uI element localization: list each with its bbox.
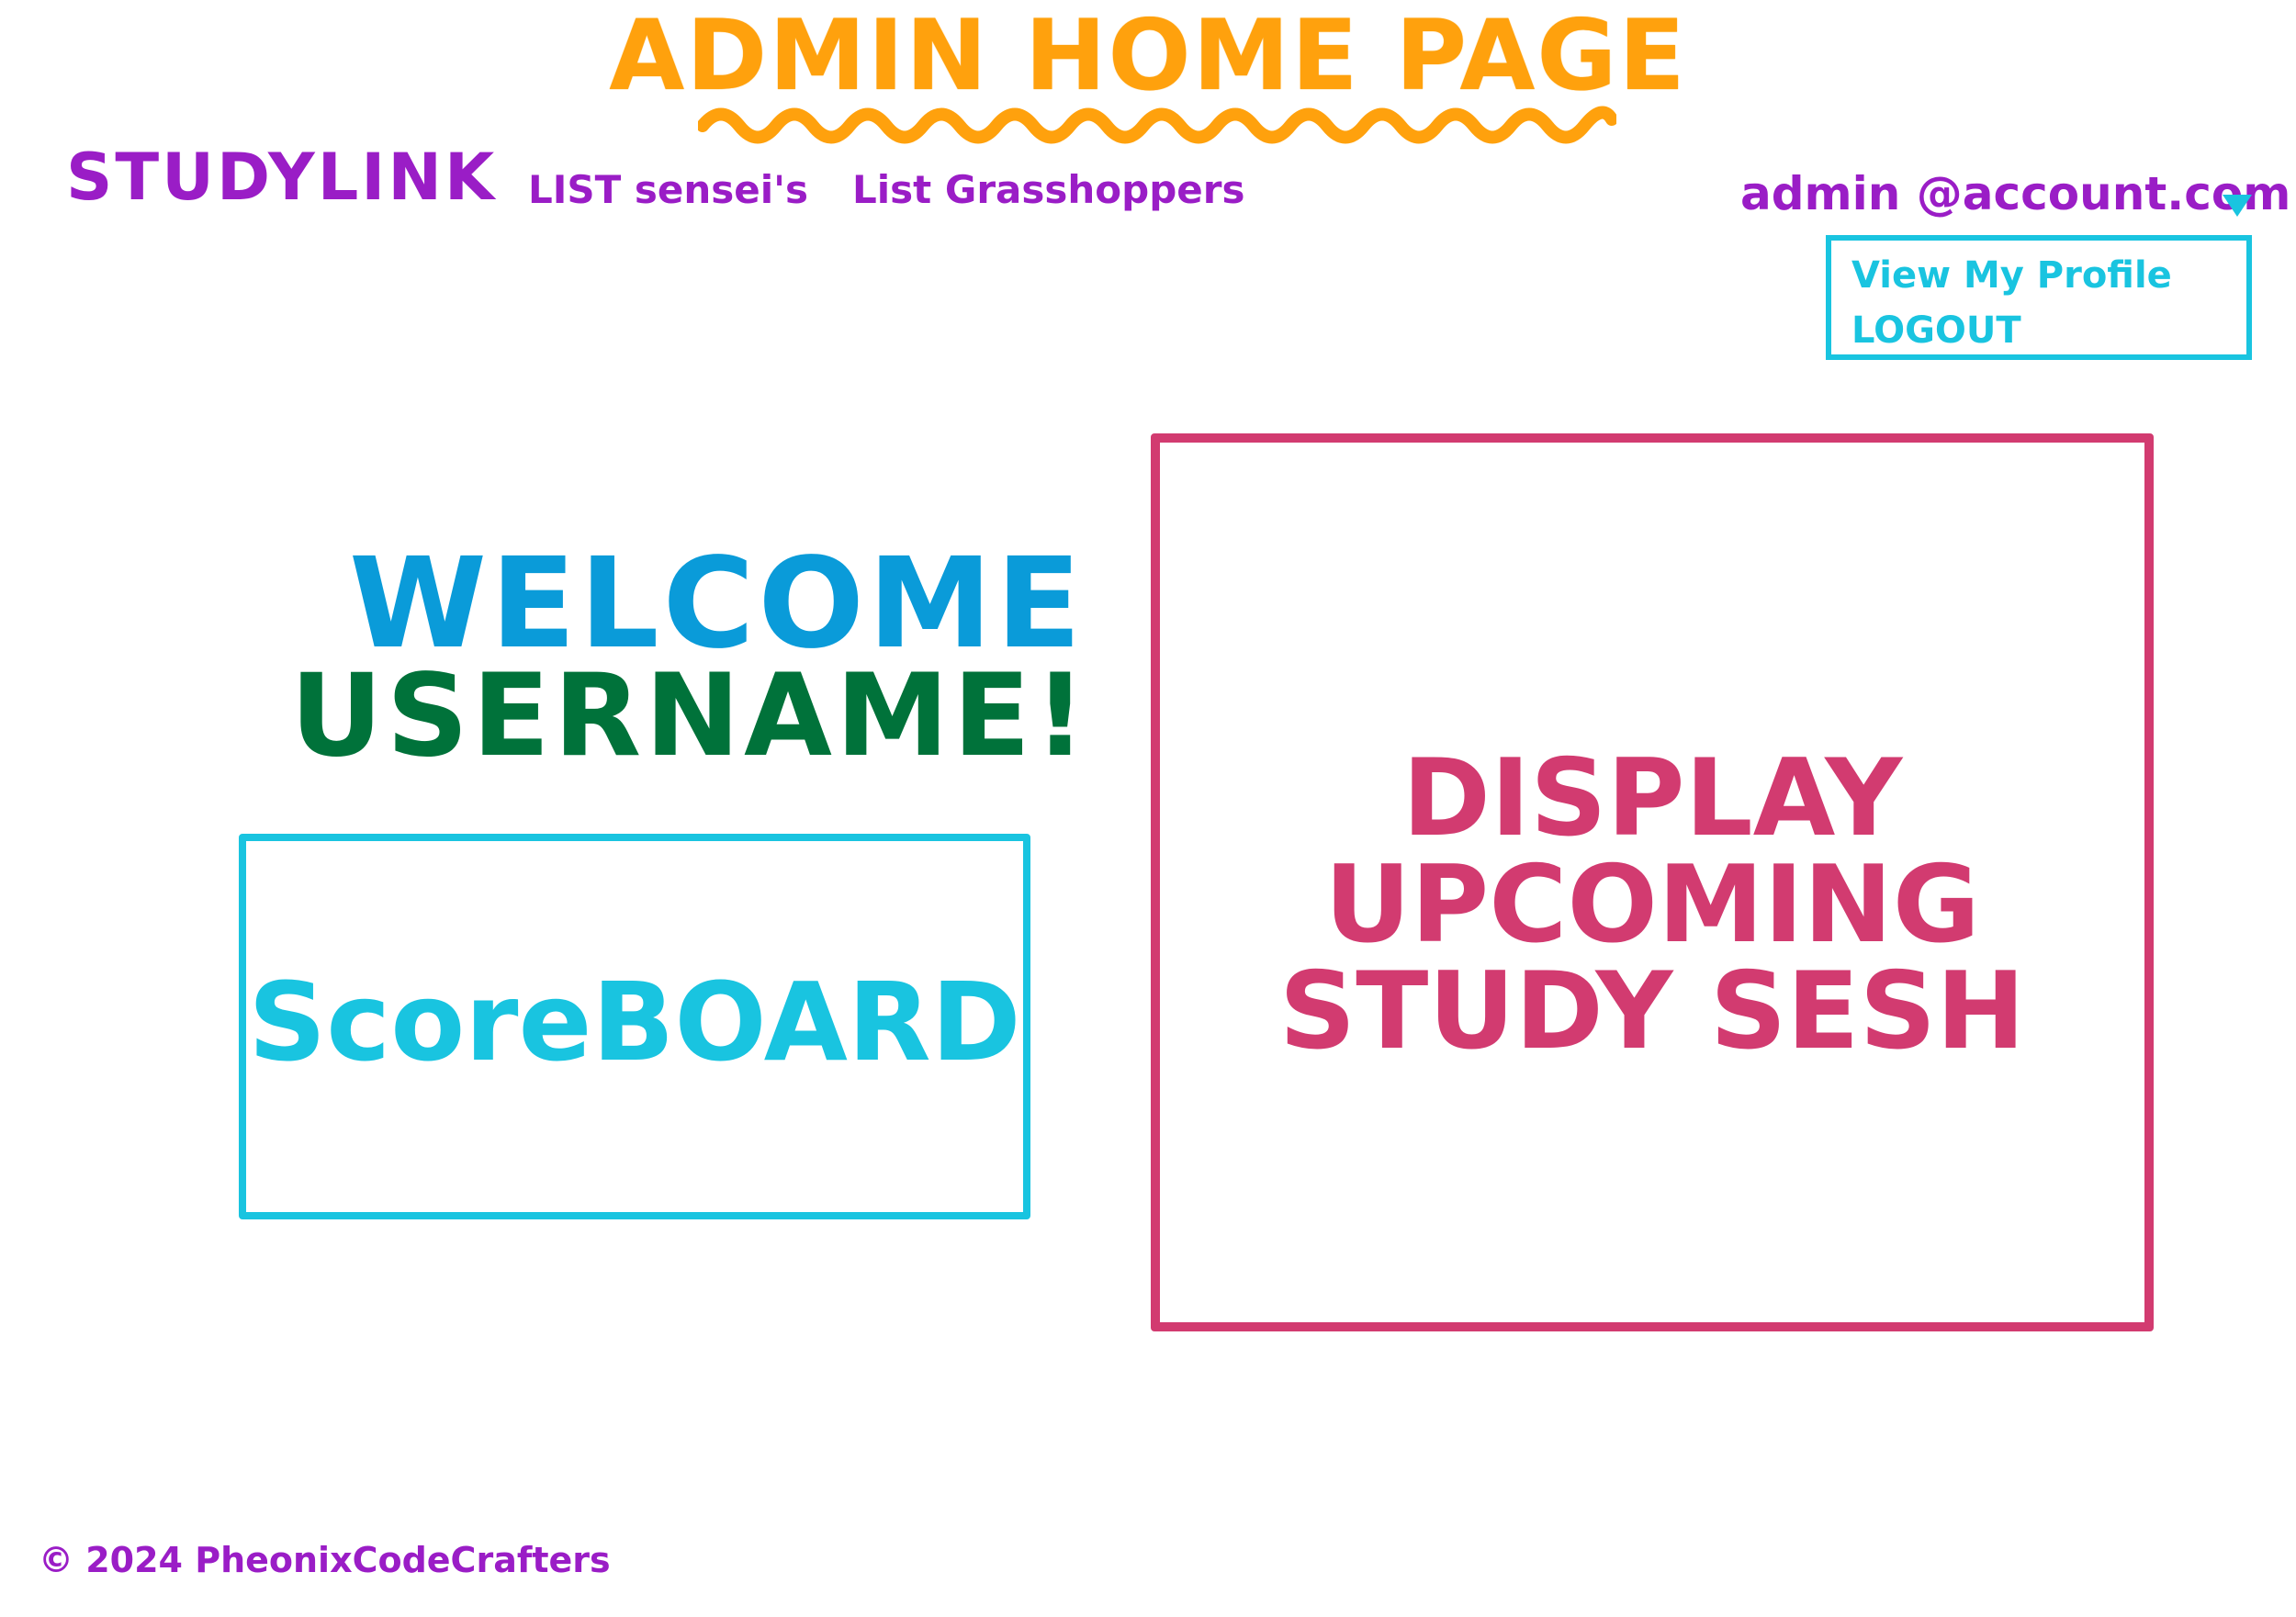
footer-copyright: © 2024 PheonixCodeCrafters xyxy=(39,1540,611,1580)
nav-link-grasshoppers[interactable]: List Grasshoppers xyxy=(852,171,1244,209)
upcoming-label-line: STUDY SESH xyxy=(1278,949,2026,1073)
account-menu-trigger[interactable]: admin @account.com xyxy=(1740,171,2290,217)
chevron-down-icon[interactable] xyxy=(2221,191,2254,219)
menu-item-view-profile[interactable]: View My Profile xyxy=(1851,257,2172,294)
upcoming-study-session-panel[interactable]: DISPLAY UPCOMING STUDY SESH xyxy=(1151,433,2154,1331)
scoreboard-label: ScoreBOARD xyxy=(248,959,1021,1085)
brand-logo[interactable]: STUDYLINK xyxy=(66,145,497,209)
menu-item-logout[interactable]: LOGOUT xyxy=(1851,312,2021,349)
welcome-username: USERNAME! xyxy=(290,650,1090,782)
upcoming-session-label: DISPLAY UPCOMING STUDY SESH xyxy=(1160,746,2144,1065)
welcome-heading: WELCOME xyxy=(349,532,1086,677)
scoreboard-panel[interactable]: ScoreBOARD xyxy=(239,834,1030,1219)
page-title: ADMIN HOME PAGE xyxy=(609,0,1687,112)
account-dropdown-menu: View My Profile LOGOUT xyxy=(1826,235,2252,360)
upcoming-label-line: UPCOMING xyxy=(1324,843,1980,967)
nav-link-senseis[interactable]: LIST sensei's xyxy=(528,171,808,209)
title-underline-squiggle xyxy=(698,106,1616,144)
upcoming-label-line: DISPLAY xyxy=(1401,736,1903,860)
